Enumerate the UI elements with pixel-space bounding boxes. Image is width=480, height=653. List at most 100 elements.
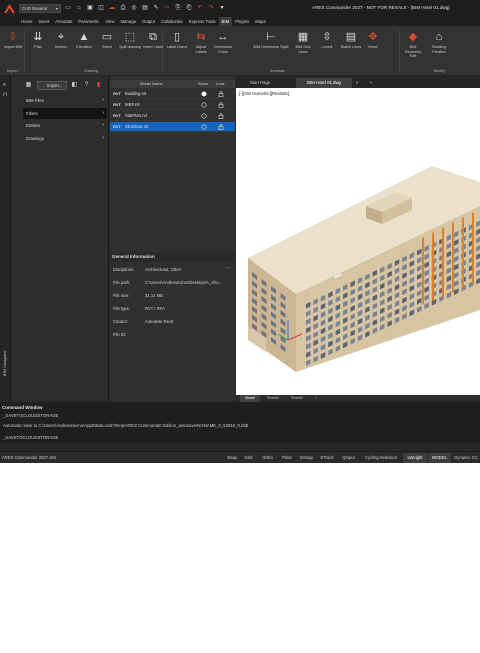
model-name: SitePlan.rvt (125, 113, 147, 118)
copy-icon[interactable]: ⎘ (174, 4, 182, 12)
pin-icon[interactable]: ⊓ (3, 92, 9, 98)
print-icon[interactable]: ⎙ (119, 4, 127, 12)
bim-geometry-edit-button[interactable]: ◆ BIM Geometry Edit (402, 28, 424, 59)
dimension-chain-button[interactable]: ↔ Dimension Chain (212, 28, 234, 54)
adjust-labels-icon: ⇆ (196, 31, 206, 43)
save-as-icon[interactable]: ◫ (97, 4, 105, 12)
lock-icon[interactable] (218, 113, 224, 119)
menu-tab-maps[interactable]: Maps (252, 17, 269, 26)
match-lines-button[interactable]: ▤ Match Lines (340, 28, 362, 50)
model-row[interactable]: RVT Building.rvt (110, 89, 235, 99)
tab-sheet2[interactable]: Sheet2 (286, 395, 308, 402)
bulb-off-icon[interactable] (201, 102, 207, 108)
new-tab-icon[interactable]: + (366, 78, 376, 88)
insert-label-button[interactable]: ⧉ Insert Label (142, 28, 164, 50)
adjust-labels-button[interactable]: ⇆ Adjust Labels (190, 28, 212, 54)
bim-dimension-style-button[interactable]: ⊢ BIM Dimension Style (250, 28, 292, 50)
status-toggle-cycling-selection[interactable]: Cycling Selection (360, 453, 402, 463)
nav-item-filters[interactable]: Filters › (23, 107, 107, 119)
menu-tab-output[interactable]: Output (139, 17, 158, 26)
model-row[interactable]: RVT SitePlan.rvt (110, 111, 235, 121)
info-key: Disciplines: (113, 267, 135, 272)
lock-icon[interactable] (218, 102, 224, 108)
undo-icon[interactable]: ↶ (196, 4, 204, 12)
workspace-select[interactable]: CAD General ▾ (19, 4, 61, 13)
bim-grid-lines-button[interactable]: ▦ BIM Grid Lines (292, 28, 314, 54)
menu-tab-insert[interactable]: Insert (35, 17, 52, 26)
sheet-button[interactable]: ▭ Sheet (96, 28, 118, 50)
model-row[interactable]: RVT Structure.rvt (110, 122, 235, 132)
chevron-right-icon: › (102, 97, 104, 103)
menu-tab-annotate[interactable]: Annotate (52, 17, 75, 26)
cloud-save-icon[interactable]: ☁ (108, 4, 116, 12)
tab-bim-hotel[interactable]: BIM Hotel 01.dwg (296, 78, 352, 88)
status-toggle-dynamic-cc[interactable]: Dynamic CC (452, 453, 480, 463)
split-drawing-button[interactable]: ⬚ Split drawing (119, 28, 141, 50)
import-bim-button[interactable]: ⇩ Import BIM (2, 28, 24, 50)
menu-tab-manage[interactable]: Manage (117, 17, 139, 26)
bulb-off-icon[interactable] (201, 113, 207, 119)
menu-tab-express-tools[interactable]: Express Tools (186, 17, 219, 26)
info-value: C:\Users\Andreea\cimo\Desktop\A_Sho... (145, 280, 223, 285)
lock-icon[interactable] (218, 91, 224, 97)
label-doors-button[interactable]: ▯ Label Doors (166, 28, 188, 50)
status-toggle-etrack[interactable]: ETrack (317, 453, 337, 463)
panel-toggle-icon[interactable]: ≡ (3, 82, 9, 88)
match-icon[interactable]: ✎ (152, 4, 160, 12)
customize-icon[interactable]: ▾ (218, 4, 226, 12)
tab-sheet1[interactable]: Sheet1 (262, 395, 284, 402)
command-input[interactable] (0, 443, 480, 450)
paste-icon[interactable]: ⎗ (185, 4, 193, 12)
nav-item-drawings[interactable]: Drawings › (23, 133, 107, 144)
import-button[interactable]: Import... (37, 81, 67, 90)
status-toggle-qinput[interactable]: QInput (338, 453, 359, 463)
drawing-viewport[interactable]: [-][SW Isometric][Realistic] (236, 88, 480, 395)
status-toggle-snap[interactable]: Snap (225, 453, 239, 463)
model-name: Structure.rvt (125, 124, 149, 129)
properties-icon[interactable]: ▤ (141, 4, 149, 12)
document-tabs: Start Page BIM Hotel 01.dwg × + (236, 76, 480, 88)
menu-tab-parametric[interactable]: Parametric (75, 17, 102, 26)
layers-icon[interactable]: ◧ (71, 82, 78, 89)
move-button[interactable]: ✥ Move (362, 28, 384, 50)
model-row[interactable]: RVT MEP.rvt (110, 100, 235, 110)
status-toggle-grid[interactable]: Grid (240, 453, 257, 463)
status-toggle-ortho[interactable]: Ortho (258, 453, 277, 463)
levels-button[interactable]: ⇳ Levels (316, 28, 338, 50)
cut-icon[interactable]: ✂ (163, 4, 171, 12)
menu-tab-bim[interactable]: BIM (218, 17, 233, 26)
menu-tab-collaborate[interactable]: Collaborate (158, 17, 186, 26)
elevation-button[interactable]: ▲ Elevation (73, 28, 95, 50)
building-position-button[interactable]: ⌂ Building Position (428, 28, 450, 54)
menu-tab-home[interactable]: Home (18, 17, 35, 26)
nav-item-bim-files[interactable]: BIM Files › (23, 95, 107, 106)
tab-start-page[interactable]: Start Page (240, 78, 280, 88)
filter-icon[interactable]: ▦ (25, 82, 32, 89)
bulb-off-icon[interactable] (201, 124, 207, 130)
plot-preview-icon[interactable]: ◎ (130, 4, 138, 12)
close-tab-icon[interactable]: × (352, 78, 362, 88)
rvt-tag: RVT (113, 113, 121, 118)
status-toggle-model[interactable]: MODEL (428, 453, 451, 463)
add-sheet-icon[interactable]: + (312, 395, 320, 402)
status-toggle-lweight[interactable]: LWeight (403, 453, 427, 463)
nav-item-entities[interactable]: Entities › (23, 120, 107, 131)
help-icon[interactable]: ? (83, 82, 90, 89)
plan-button[interactable]: ⇊ Plan (27, 28, 49, 50)
ares-logo-icon[interactable] (3, 2, 16, 15)
redo-icon[interactable]: ↷ (207, 4, 215, 12)
bulb-on-icon[interactable] (201, 91, 207, 97)
remove-icon[interactable]: ▮ (95, 82, 102, 89)
status-toggle-esnap[interactable]: ESnap (297, 453, 316, 463)
status-toggle-polar[interactable]: Polar (278, 453, 296, 463)
tab-model[interactable]: Model (240, 395, 260, 402)
lock-icon[interactable] (218, 124, 224, 130)
workspace-label: CAD General (22, 6, 47, 11)
section-button[interactable]: ⌖ Section (50, 28, 72, 50)
menu-tab-plugins[interactable]: Plugins (232, 17, 252, 26)
open-icon[interactable]: ⌂ (75, 4, 83, 12)
new-icon[interactable]: ▭ (64, 4, 72, 12)
bim-navigator-rail-label[interactable]: BIM Navigator (2, 351, 7, 376)
menu-tab-view[interactable]: View (102, 17, 117, 26)
save-icon[interactable]: ▣ (86, 4, 94, 12)
